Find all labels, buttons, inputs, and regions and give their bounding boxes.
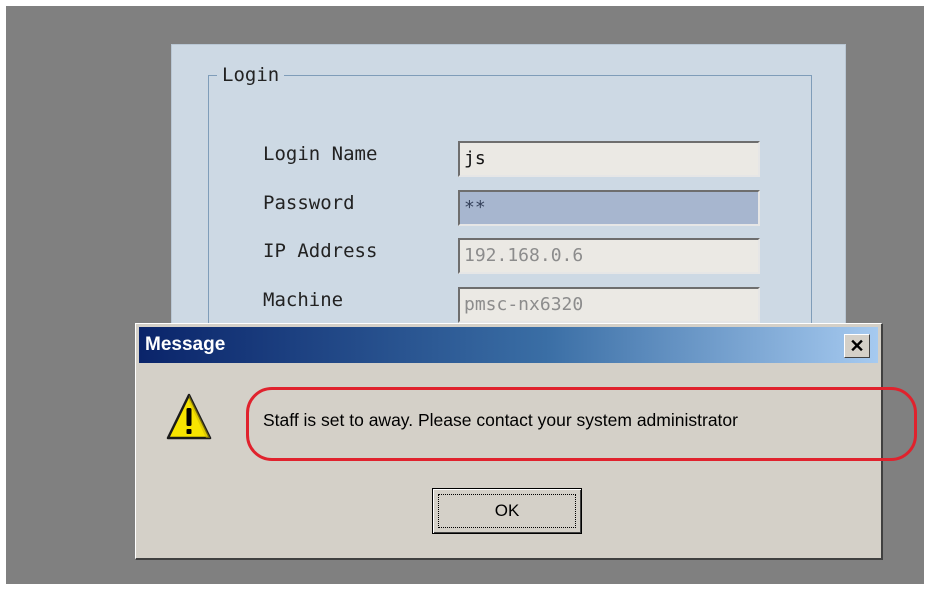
close-icon: ✕ [849, 335, 865, 356]
password-label: Password [263, 192, 355, 214]
highlight-annotation [246, 387, 917, 461]
login-legend: Login [217, 64, 285, 86]
login-window: Login Login Name js Password ** IP Addre… [171, 44, 846, 356]
login-name-input[interactable]: js [458, 141, 760, 177]
machine-field: pmsc-nx6320 [458, 287, 760, 323]
message-title-bar[interactable]: Message ✕ [139, 327, 878, 363]
ok-label: OK [494, 501, 520, 520]
ok-button[interactable]: OK [432, 488, 582, 534]
message-title: Message [145, 334, 226, 355]
password-input[interactable]: ** [458, 190, 760, 226]
message-dialog: Message ✕ Staff is set to away. Please c… [135, 323, 917, 560]
machine-label: Machine [263, 289, 344, 311]
warning-icon [166, 393, 212, 440]
login-name-label: Login Name [263, 143, 378, 165]
ip-address-label: IP Address [263, 240, 378, 262]
close-button[interactable]: ✕ [844, 334, 870, 358]
ip-address-field: 192.168.0.6 [458, 238, 760, 274]
